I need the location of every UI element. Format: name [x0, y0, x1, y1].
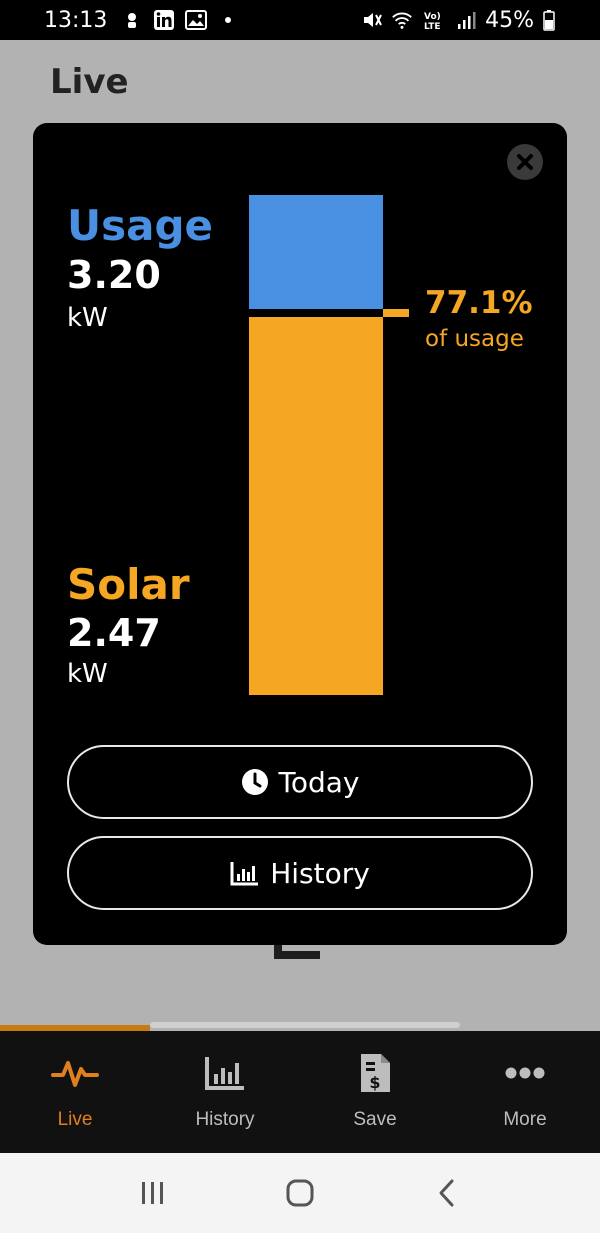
close-icon [517, 154, 533, 170]
system-nav-bar [0, 1153, 600, 1233]
svg-text:$: $ [369, 1073, 380, 1092]
notification-app-icon [121, 9, 143, 31]
linkedin-icon [153, 9, 175, 31]
solar-share-value: 77.1% [425, 285, 533, 321]
battery-percent: 45% [485, 7, 534, 33]
nav-item-live[interactable]: Live [0, 1031, 150, 1153]
pulse-icon [51, 1049, 99, 1097]
volte-lte-icon: Vo) LTE [421, 9, 447, 31]
solar-share-caption: of usage [425, 326, 524, 352]
usage-label: Usage [67, 201, 213, 250]
recents-button[interactable] [123, 1163, 183, 1223]
mute-icon [361, 9, 383, 31]
back-icon [439, 1179, 454, 1207]
nav-label-history: History [195, 1109, 255, 1130]
status-right-icons: Vo) LTE 45% [361, 8, 556, 33]
home-icon [286, 1179, 314, 1207]
solar-share-marker [383, 309, 409, 317]
nav-item-save[interactable]: $ Save [300, 1031, 450, 1153]
dot-icon [217, 9, 239, 31]
wifi-icon [391, 9, 413, 31]
solar-bar [249, 317, 383, 695]
history-button[interactable]: History [67, 836, 533, 910]
background-progress-track [150, 1022, 460, 1028]
bottom-nav: Live History $ Save More [0, 1031, 600, 1153]
back-button[interactable] [417, 1163, 477, 1223]
nav-item-history[interactable]: History [150, 1031, 300, 1153]
gallery-icon [185, 9, 208, 31]
close-button[interactable] [507, 144, 543, 180]
today-button-label: Today [278, 765, 360, 799]
signal-icon [455, 9, 477, 31]
svg-text:Vo): Vo) [424, 12, 441, 22]
nav-label-save: Save [353, 1109, 397, 1130]
more-dots-icon [501, 1049, 549, 1097]
solar-value: 2.47 [67, 611, 161, 655]
today-button[interactable]: Today [67, 745, 533, 819]
svg-text:LTE: LTE [424, 22, 441, 31]
bar-chart-icon [201, 1049, 249, 1097]
home-button[interactable] [270, 1163, 330, 1223]
bar-chart-icon [230, 862, 259, 886]
battery-icon [542, 9, 556, 31]
usage-value: 3.20 [67, 253, 161, 297]
page-title: Live [50, 62, 129, 102]
nav-label-more: More [503, 1109, 547, 1130]
solar-label: Solar [67, 560, 190, 609]
recents-icon [142, 1182, 164, 1204]
live-power-modal: Usage 3.20 kW 77.1% of usage Solar 2.47 … [33, 123, 567, 945]
bill-icon: $ [351, 1049, 399, 1097]
nav-label-live: Live [57, 1109, 93, 1130]
usage-unit: kW [67, 303, 108, 333]
history-button-label: History [270, 856, 370, 890]
nav-item-more[interactable]: More [450, 1031, 600, 1153]
usage-bar [249, 195, 383, 309]
solar-unit: kW [67, 659, 108, 689]
status-left-icons [121, 9, 239, 31]
status-time: 13:13 [44, 7, 108, 33]
clock-icon [241, 769, 268, 795]
status-bar: 13:13 Vo) LTE 45% [0, 0, 600, 40]
